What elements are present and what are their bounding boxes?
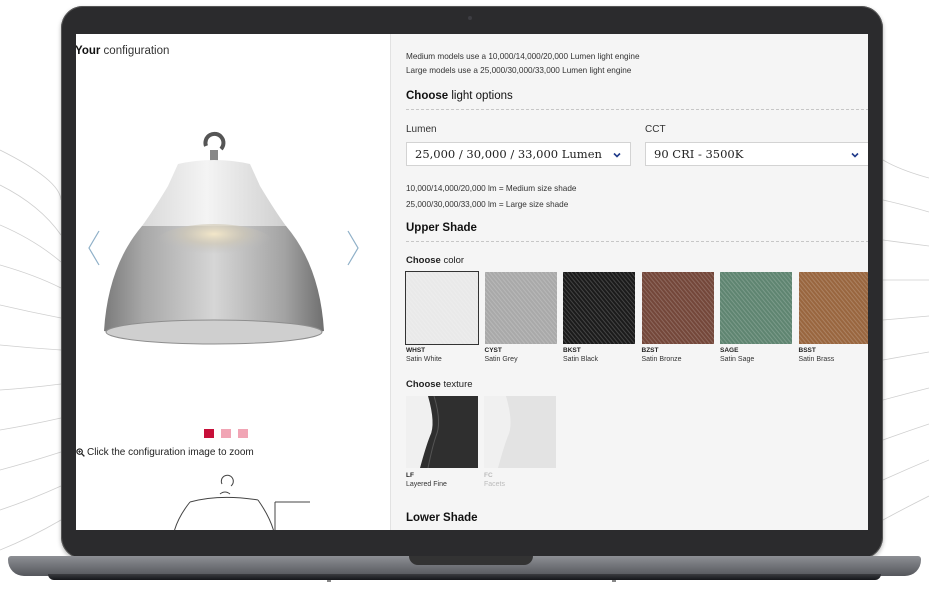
- color-swatch-bsst[interactable]: [798, 272, 868, 344]
- carousel-dot[interactable]: [204, 429, 214, 438]
- engine-note-large: Large models use a 25,000/30,000/33,000 …: [406, 66, 632, 75]
- texture-code: LF: [406, 472, 414, 479]
- color-swatch-code: WHST: [406, 347, 426, 354]
- light-options-title: Choose light options: [406, 90, 513, 102]
- pendant-lamp-image[interactable]: [100, 116, 370, 356]
- cct-select-value: 90 CRI - 3500K: [654, 147, 744, 161]
- color-swatch-texture: [484, 272, 557, 344]
- laptop-notch: [409, 556, 533, 565]
- cct-select[interactable]: 90 CRI - 3500K: [645, 142, 868, 166]
- carousel-dots: [204, 429, 248, 438]
- texture-name: Facets: [484, 481, 506, 488]
- chevron-left-icon[interactable]: [87, 230, 101, 266]
- color-swatch-code: SAGE: [720, 347, 739, 354]
- chevron-down-icon: [851, 152, 859, 158]
- laptop-foot: [612, 580, 616, 582]
- texture-code: FC: [484, 472, 493, 479]
- color-swatch-cyst[interactable]: [484, 272, 557, 344]
- color-swatch-code: BKST: [563, 347, 581, 354]
- texture-title: Choose texture: [406, 379, 473, 390]
- laptop-base-shadow: [48, 574, 881, 580]
- zoom-hint: Click the configuration image to zoom: [76, 447, 254, 458]
- texture-swatch-lf[interactable]: [406, 395, 478, 469]
- laptop-screen: Your configuration Click the configurati…: [76, 34, 868, 530]
- lower-shade-title: Lower Shade: [406, 512, 478, 524]
- texture-preview-facets: [484, 396, 556, 468]
- zoom-icon: [76, 448, 85, 457]
- color-swatch-bzst[interactable]: [641, 272, 714, 344]
- texture-preview-layered-fine: [406, 395, 478, 469]
- configuration-preview-panel: Your configuration Click the configurati…: [76, 34, 391, 530]
- color-swatch-texture: [641, 272, 714, 344]
- carousel-dot[interactable]: [238, 429, 248, 438]
- section-divider: [406, 241, 868, 242]
- color-swatch-bkst[interactable]: [563, 272, 635, 344]
- chevron-down-icon: [613, 152, 621, 158]
- color-swatch-name: Satin Black: [563, 356, 599, 363]
- color-swatch-name: Satin Sage: [720, 356, 755, 363]
- color-title: Choose color: [406, 255, 465, 266]
- size-note-large: 25,000/30,000/33,000 lm = Large size sha…: [406, 200, 569, 209]
- color-swatch-texture: [406, 272, 478, 344]
- color-swatch-name: Satin White: [406, 356, 442, 363]
- laptop-foot: [327, 580, 331, 582]
- carousel-dot[interactable]: [221, 429, 231, 438]
- texture-swatch-fc[interactable]: [484, 396, 556, 468]
- lumen-label: Lumen: [406, 124, 437, 135]
- engine-note-medium: Medium models use a 10,000/14,000/20,000…: [406, 52, 640, 61]
- color-swatch-name: Satin Brass: [798, 356, 835, 363]
- texture-name: Layered Fine: [406, 481, 447, 488]
- color-swatch-whst[interactable]: [405, 271, 479, 345]
- webcam-icon: [468, 16, 472, 20]
- color-swatch-code: BSST: [798, 347, 816, 354]
- color-swatch-name: Satin Grey: [484, 356, 518, 363]
- lumen-select[interactable]: 25,000 / 30,000 / 33,000 Lumen: [406, 142, 631, 166]
- options-panel: Medium models use a 10,000/14,000/20,000…: [390, 34, 868, 530]
- color-swatch-texture: [720, 272, 792, 344]
- color-swatch-name: Satin Bronze: [641, 356, 682, 363]
- color-swatch-code: CYST: [484, 347, 502, 354]
- size-note-medium: 10,000/14,000/20,000 lm = Medium size sh…: [406, 184, 577, 193]
- color-swatch-sage[interactable]: [720, 272, 792, 344]
- lumen-select-value: 25,000 / 30,000 / 33,000 Lumen: [415, 147, 602, 161]
- color-swatch-texture: [563, 272, 635, 344]
- color-swatch-texture: [798, 272, 868, 344]
- section-divider: [406, 109, 868, 110]
- color-swatch-code: BZST: [641, 347, 659, 354]
- configuration-title: Your configuration: [76, 45, 170, 57]
- upper-shade-title: Upper Shade: [406, 222, 477, 234]
- cct-label: CCT: [645, 124, 666, 135]
- dimension-diagram: [174, 474, 310, 530]
